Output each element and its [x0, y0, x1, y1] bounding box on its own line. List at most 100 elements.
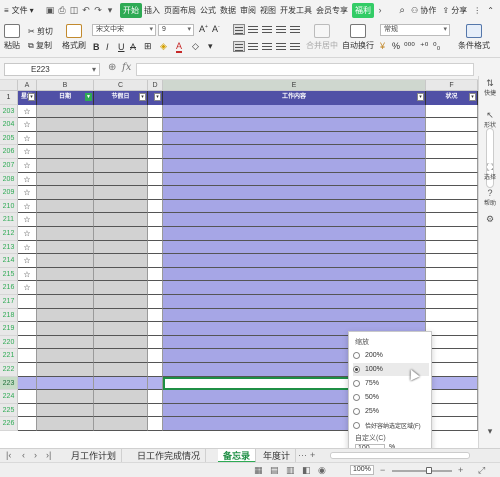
cell-b210[interactable] — [37, 199, 94, 214]
row-header[interactable]: 211 — [0, 213, 18, 227]
cell-c223[interactable] — [94, 376, 148, 391]
cell-d216[interactable] — [148, 281, 163, 295]
cell-f211[interactable] — [426, 213, 478, 227]
zoom-slider[interactable] — [392, 467, 452, 474]
cell-e206[interactable] — [163, 145, 426, 159]
orientation-icon[interactable] — [275, 24, 287, 35]
cell-d223[interactable] — [148, 376, 163, 391]
cell-c212[interactable] — [94, 227, 148, 241]
font-size-select[interactable]: 9 — [158, 24, 194, 36]
cell-d209[interactable] — [148, 186, 163, 200]
zoom-option-50[interactable]: 50% — [353, 391, 429, 404]
align-left-icon[interactable] — [233, 41, 245, 52]
underline-button[interactable]: U — [118, 42, 125, 52]
print-preview-icon[interactable]: ◫ — [68, 4, 80, 16]
align-right-icon[interactable] — [261, 41, 273, 52]
tab-benefits[interactable]: 福利 — [352, 2, 374, 18]
cell-e209[interactable] — [163, 186, 426, 200]
cell-b218[interactable] — [37, 308, 94, 323]
cell-b212[interactable] — [37, 227, 94, 241]
bold-button[interactable]: B — [93, 42, 100, 52]
cell-c214[interactable] — [94, 254, 148, 268]
clear-format-icon[interactable]: ◇ — [192, 41, 199, 52]
format-more-icon[interactable]: ▾ — [208, 41, 213, 52]
column-header-d[interactable]: D — [148, 80, 163, 91]
share-button[interactable]: ⇪ 分享 — [442, 5, 467, 16]
zoom-lens-icon[interactable]: ⊕ — [108, 62, 116, 73]
cell-b222[interactable] — [37, 363, 94, 377]
cell-c219[interactable] — [94, 322, 148, 336]
cell-a214[interactable]: ☆ — [18, 254, 37, 268]
row-header[interactable]: 203 — [0, 104, 18, 119]
cell-c207[interactable] — [94, 159, 148, 173]
filter-dropdown-icon[interactable]: ▾ — [154, 93, 161, 101]
row-header[interactable]: 226 — [0, 417, 18, 431]
cell-e212[interactable] — [163, 227, 426, 241]
zoom-option-fit-selection[interactable]: 恰好容纳选定区域(F) — [353, 419, 429, 432]
cell-c220[interactable] — [94, 335, 148, 350]
cell-d205[interactable] — [148, 131, 163, 146]
cell-c225[interactable] — [94, 403, 148, 418]
align-top-icon[interactable] — [233, 24, 245, 35]
row-header[interactable]: 205 — [0, 131, 18, 146]
cell-c209[interactable] — [94, 186, 148, 200]
filter-dropdown-icon[interactable]: ▾ — [469, 93, 476, 101]
table-header-cell[interactable]: 星级 ▾ — [18, 91, 37, 105]
cell-d203[interactable] — [148, 104, 163, 119]
cell-a217[interactable] — [18, 295, 37, 309]
column-header-f[interactable]: F — [426, 80, 478, 91]
cell-a224[interactable] — [18, 390, 37, 404]
cell-c217[interactable] — [94, 295, 148, 309]
view-page-break-icon[interactable]: ▥ — [286, 465, 295, 476]
filter-dropdown-icon[interactable]: ▾ — [139, 93, 146, 101]
cell-c222[interactable] — [94, 363, 148, 377]
print-icon[interactable]: ⎙ — [56, 4, 68, 16]
cell-d207[interactable] — [148, 159, 163, 173]
cell-f203[interactable] — [426, 104, 478, 119]
cell-d206[interactable] — [148, 145, 163, 159]
cell-a206[interactable]: ☆ — [18, 145, 37, 159]
tab-review[interactable]: 审阅 — [238, 5, 258, 16]
italic-button[interactable]: I — [106, 42, 109, 52]
cell-c203[interactable] — [94, 104, 148, 119]
cell-c204[interactable] — [94, 118, 148, 132]
formula-input[interactable] — [136, 63, 474, 76]
cell-d222[interactable] — [148, 363, 163, 377]
cell-d220[interactable] — [148, 335, 163, 350]
cell-f216[interactable] — [426, 281, 478, 295]
row-header[interactable]: 204 — [0, 118, 18, 132]
cell-d219[interactable] — [148, 322, 163, 336]
select-panel-button[interactable]: ⛶ 选择 — [479, 162, 500, 181]
cell-b226[interactable] — [37, 417, 94, 431]
zoom-option-75[interactable]: 75% — [353, 377, 429, 390]
cell-f223[interactable] — [426, 376, 478, 391]
cell-d217[interactable] — [148, 295, 163, 309]
column-header-a[interactable]: A — [18, 80, 37, 91]
select-all-corner[interactable] — [0, 80, 18, 91]
cell-c224[interactable] — [94, 390, 148, 404]
view-eye-icon[interactable]: ◉ — [318, 465, 326, 476]
row-header[interactable]: 220 — [0, 335, 18, 350]
row-header[interactable]: 223 — [0, 376, 18, 391]
copy-button[interactable]: ⧉ 复制 — [28, 40, 52, 51]
cell-b217[interactable] — [37, 295, 94, 309]
row-header[interactable]: 222 — [0, 363, 18, 377]
more-icon[interactable]: › — [374, 4, 386, 16]
cell-c226[interactable] — [94, 417, 148, 431]
cell-f222[interactable] — [426, 363, 478, 377]
cell-b223[interactable] — [37, 376, 94, 391]
cell-d210[interactable] — [148, 199, 163, 214]
cell-a218[interactable] — [18, 308, 37, 323]
cell-d204[interactable] — [148, 118, 163, 132]
zoom-option-200[interactable]: 200% — [353, 349, 429, 362]
tab-formulas[interactable]: 公式 — [198, 5, 218, 16]
cell-b203[interactable] — [37, 104, 94, 119]
last-sheet-icon[interactable]: ›| — [46, 450, 51, 460]
cell-f219[interactable] — [426, 322, 478, 336]
row-header[interactable]: 207 — [0, 159, 18, 173]
cell-b213[interactable] — [37, 240, 94, 255]
dropdown-icon[interactable]: ▾ — [104, 4, 116, 16]
cell-f217[interactable] — [426, 295, 478, 309]
cell-e215[interactable] — [163, 267, 426, 282]
horizontal-scrollbar[interactable] — [330, 452, 470, 459]
